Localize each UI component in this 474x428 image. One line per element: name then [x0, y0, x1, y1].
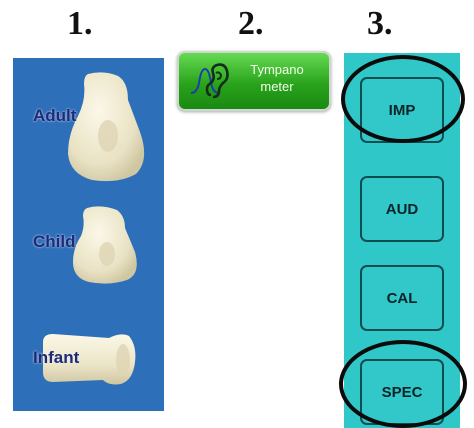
tympanometer-button[interactable]: Tympano meter: [177, 51, 331, 111]
child-ear-tip-image[interactable]: [65, 204, 145, 284]
test-mode-menu: IMP AUD CAL SPEC: [344, 53, 460, 428]
child-label: Child: [33, 232, 76, 251]
aud-button[interactable]: AUD: [360, 176, 444, 242]
imp-button[interactable]: IMP: [360, 77, 444, 143]
ear-tip-panel: Adult Child Infant: [13, 58, 164, 411]
step-number-1: 1.: [67, 5, 93, 42]
tympanometer-label-line2: meter: [260, 79, 294, 94]
cal-button[interactable]: CAL: [360, 265, 444, 331]
spec-button[interactable]: SPEC: [360, 359, 444, 425]
step-number-3: 3.: [367, 5, 393, 42]
tympanometer-label: Tympano meter: [232, 61, 322, 95]
adult-ear-tip-image[interactable]: [58, 70, 150, 182]
adult-label: Adult: [33, 106, 77, 125]
infant-label: Infant: [33, 348, 80, 367]
tympanometer-label-line1: Tympano: [250, 62, 304, 77]
step-number-2: 2.: [238, 5, 264, 42]
ear-icon: [189, 61, 231, 106]
